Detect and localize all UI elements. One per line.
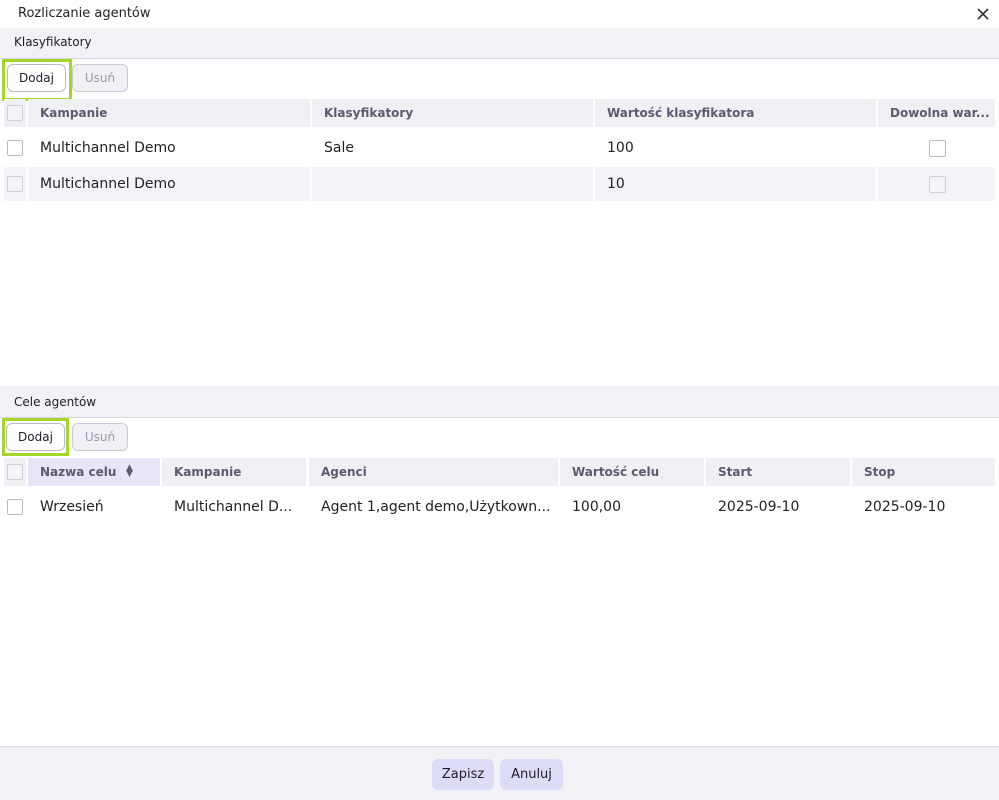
cell-classifier — [312, 167, 593, 201]
cell-classifier-value: 10 — [595, 167, 876, 201]
classifiers-add-button[interactable]: Dodaj — [7, 64, 66, 92]
column-header-nazwa-celu-label: Nazwa celu — [40, 465, 117, 479]
cancel-button[interactable]: Anuluj — [500, 759, 563, 790]
agent-goals-add-button[interactable]: Dodaj — [6, 423, 65, 451]
cell-classifier-value: 100 — [607, 140, 634, 156]
cell-stop: 2025-09-10 — [864, 499, 946, 515]
dialog-footer: Zapisz Anuluj — [0, 746, 999, 800]
dialog-titlebar: Rozliczanie agentów — [0, 0, 999, 28]
close-icon[interactable] — [973, 4, 993, 24]
agent-goals-section-title: Cele agentów — [14, 395, 97, 409]
agent-goals-delete-button[interactable]: Usuń — [72, 423, 128, 451]
classifiers-section-title: Klasyfikatory — [14, 35, 92, 49]
classifiers-select-all-checkbox[interactable] — [7, 105, 23, 121]
column-header-kampanie[interactable]: Kampanie — [162, 458, 306, 486]
row-checkbox[interactable] — [7, 140, 23, 156]
column-header-dowolna-wartosc[interactable]: Dowolna war... — [878, 99, 995, 127]
column-header-nazwa-celu[interactable]: Nazwa celu ▲ — [28, 458, 160, 486]
any-value-checkbox[interactable] — [929, 140, 946, 157]
cell-start: 2025-09-10 — [718, 499, 800, 515]
column-header-stop[interactable]: Stop — [852, 458, 995, 486]
classifiers-section-header: Klasyfikatory — [0, 28, 999, 59]
dialog-title: Rozliczanie agentów — [18, 6, 151, 21]
agent-goals-section-header: Cele agentów — [0, 386, 999, 418]
column-header-agenci[interactable]: Agenci — [309, 458, 558, 486]
classifiers-delete-button[interactable]: Usuń — [72, 64, 128, 92]
cell-classifier: Sale — [324, 140, 354, 156]
column-header-wartosc-klasyfikatora[interactable]: Wartość klasyfikatora — [595, 99, 876, 127]
cell-campaign: Multichannel Demo — [28, 167, 310, 201]
sort-icon: ▲ ▼ — [126, 463, 133, 479]
agent-settlement-dialog: Rozliczanie agentów Klasyfikatory Dodaj … — [0, 0, 999, 800]
classifiers-select-all-cell — [4, 99, 26, 127]
row-checkbox[interactable] — [7, 176, 23, 192]
column-header-start[interactable]: Start — [706, 458, 850, 486]
any-value-checkbox[interactable] — [929, 176, 946, 193]
cell-campaign: Multichannel D... — [174, 499, 293, 515]
column-header-wartosc-celu[interactable]: Wartość celu — [560, 458, 704, 486]
save-button[interactable]: Zapisz — [432, 759, 494, 790]
cell-agents: Agent 1,agent demo,Użytkown... — [321, 499, 551, 515]
cell-goal-value: 100,00 — [572, 499, 621, 515]
column-header-klasyfikatory[interactable]: Klasyfikatory — [312, 99, 593, 127]
row-checkbox[interactable] — [7, 499, 23, 515]
cell-goal-name: Wrzesień — [40, 499, 104, 515]
cell-campaign: Multichannel Demo — [40, 140, 176, 156]
goals-select-all-checkbox[interactable] — [7, 464, 23, 480]
goals-select-all-cell — [4, 458, 26, 486]
column-header-kampanie[interactable]: Kampanie — [28, 99, 310, 127]
